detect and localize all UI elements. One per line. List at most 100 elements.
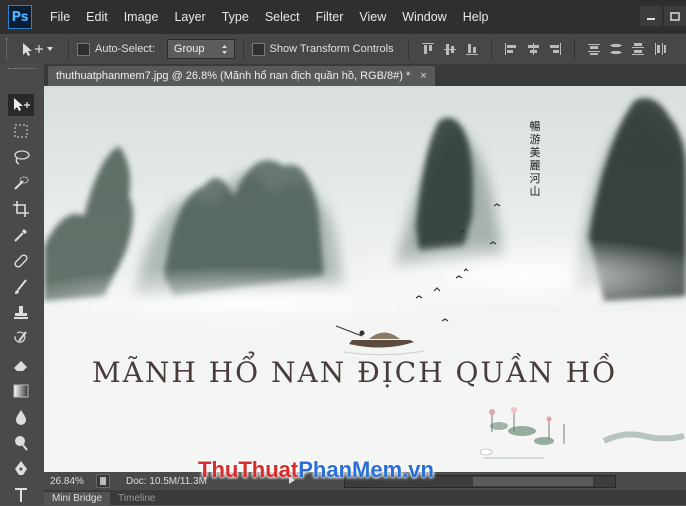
watermark: ThuThuatPhanMem.vn: [198, 457, 434, 483]
document-icon: [100, 477, 106, 485]
type-icon: [15, 488, 27, 502]
restore-button[interactable]: [664, 6, 686, 26]
blur-tool[interactable]: [8, 406, 34, 428]
move-tool-icon: [14, 98, 30, 111]
history-brush-tool[interactable]: [8, 328, 34, 350]
marquee-tool[interactable]: [8, 120, 34, 142]
move-tool-preset-picker[interactable]: [20, 38, 60, 60]
watermark-part: Thuat: [238, 457, 299, 482]
artwork-headline: MÃNH HỔ NAN ĐỊCH QUẦN HỒ: [92, 356, 618, 389]
options-bar: Auto-Select: Group Show Transform Contro…: [0, 34, 686, 65]
calligraphy-char: 山: [529, 185, 541, 198]
divider: [242, 39, 244, 59]
up-down-arrows-icon: [221, 44, 227, 54]
menu-help[interactable]: Help: [455, 10, 497, 24]
tab-timeline[interactable]: Timeline: [110, 492, 163, 505]
move-tool-icon: [23, 43, 43, 56]
dodge-icon: [15, 436, 28, 451]
auto-select-checkbox[interactable]: [77, 42, 90, 56]
status-menu-button[interactable]: [96, 474, 110, 488]
menu-view[interactable]: View: [351, 10, 394, 24]
calligraphy-char: 美: [529, 146, 541, 159]
distribute-top-icon[interactable]: [587, 42, 601, 56]
calligraphy-char: 麗: [529, 159, 541, 172]
crop-tool[interactable]: [8, 198, 34, 220]
quick-selection-tool[interactable]: [8, 172, 34, 194]
stamp-icon: [14, 306, 28, 319]
pen-icon: [15, 461, 27, 475]
brush-icon: [15, 279, 27, 294]
menu-layer[interactable]: Layer: [166, 10, 213, 24]
tools-panel-grip[interactable]: [8, 68, 36, 73]
divider: [490, 39, 492, 59]
align-left-icon[interactable]: [504, 42, 518, 56]
bandage-icon: [14, 254, 28, 268]
document-tab[interactable]: thuthuatphanmem7.jpg @ 26.8% (Mãnh hổ na…: [48, 66, 435, 86]
menu-window[interactable]: Window: [394, 10, 454, 24]
show-transform-label: Show Transform Controls: [269, 43, 394, 55]
type-tool[interactable]: [8, 484, 34, 506]
auto-select-value: Group: [173, 43, 205, 55]
calligraphy-char: 河: [529, 172, 541, 185]
menu-image[interactable]: Image: [116, 10, 167, 24]
menu-select[interactable]: Select: [257, 10, 308, 24]
eraser-tool[interactable]: [8, 354, 34, 376]
calligraphy-char: 暢: [529, 120, 541, 133]
quick-selection-icon: [14, 176, 29, 190]
divider: [68, 39, 69, 59]
auto-select-dropdown[interactable]: Group: [166, 39, 235, 59]
healing-brush-tool[interactable]: [8, 250, 34, 272]
document-tab-title: thuthuatphanmem7.jpg @ 26.8% (Mãnh hổ na…: [56, 70, 411, 82]
clone-stamp-tool[interactable]: [8, 302, 34, 324]
calligraphy-char: 游: [529, 133, 541, 146]
chevron-down-icon: [47, 47, 53, 51]
document-canvas[interactable]: 暢 游 美 麗 河 山 MÃNH HỔ NAN ĐỊCH QUẦN HỒ: [44, 86, 686, 472]
history-brush-icon: [14, 331, 27, 343]
pen-tool[interactable]: [8, 458, 34, 480]
menu-file[interactable]: File: [42, 10, 78, 24]
menu-filter[interactable]: Filter: [308, 10, 352, 24]
watermark-part: Thu: [198, 457, 239, 482]
artwork-image: [44, 86, 686, 472]
divider: [407, 39, 409, 59]
align-vertical-center-icon[interactable]: [443, 42, 457, 56]
eraser-icon: [14, 361, 27, 371]
tab-mini-bridge[interactable]: Mini Bridge: [44, 492, 111, 505]
zoom-level[interactable]: 26.84%: [50, 476, 96, 487]
rectangular-marquee-icon: [14, 124, 28, 138]
align-horizontal-center-icon[interactable]: [526, 42, 540, 56]
distribute-left-icon[interactable]: [653, 42, 667, 56]
align-top-icon[interactable]: [421, 42, 435, 56]
gradient-icon: [13, 384, 29, 398]
move-tool[interactable]: [8, 94, 34, 116]
vertical-calligraphy: 暢 游 美 麗 河 山: [527, 120, 543, 198]
restore-icon: [670, 12, 680, 21]
menu-bar: Ps File Edit Image Layer Type Select Fil…: [0, 0, 686, 34]
show-transform-checkbox[interactable]: [251, 42, 265, 56]
document-tab-bar: thuthuatphanmem7.jpg @ 26.8% (Mãnh hổ na…: [44, 64, 686, 86]
align-right-icon[interactable]: [548, 42, 562, 56]
align-bottom-icon[interactable]: [465, 42, 479, 56]
divider: [573, 39, 575, 59]
tools-panel: [0, 64, 45, 505]
gradient-tool[interactable]: [8, 380, 34, 402]
menu-type[interactable]: Type: [214, 10, 257, 24]
distribute-bottom-icon[interactable]: [631, 42, 645, 56]
menu-edit[interactable]: Edit: [78, 10, 116, 24]
auto-select-label: Auto-Select:: [95, 43, 155, 55]
lasso-tool[interactable]: [8, 146, 34, 168]
brush-tool[interactable]: [8, 276, 34, 298]
close-icon[interactable]: ×: [420, 70, 426, 82]
distribute-vertical-center-icon[interactable]: [609, 42, 623, 56]
minimize-button[interactable]: [640, 6, 662, 26]
watermark-part: PhanMem: [298, 457, 403, 482]
options-bar-grip[interactable]: [6, 38, 11, 60]
document-size: Doc: 10.5M/11.3M: [126, 475, 207, 487]
minimize-icon: [647, 18, 655, 20]
lasso-icon: [14, 150, 30, 165]
watermark-part: .vn: [402, 457, 434, 482]
scrollbar-thumb[interactable]: [473, 477, 593, 486]
eyedropper-tool[interactable]: [8, 224, 34, 246]
dodge-tool[interactable]: [8, 432, 34, 454]
crop-icon: [13, 201, 29, 217]
